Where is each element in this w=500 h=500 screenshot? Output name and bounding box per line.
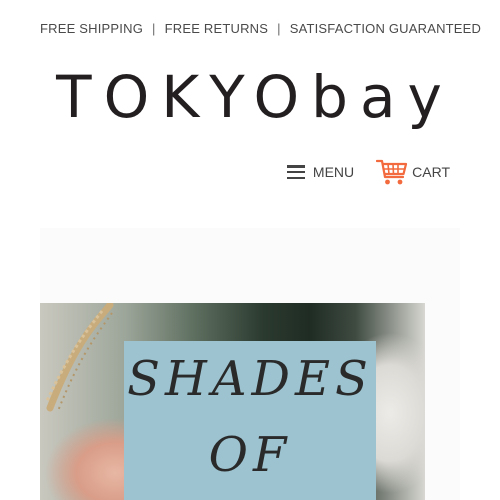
menu-label: MENU [312, 164, 355, 180]
promo-separator: | [152, 20, 156, 36]
menu-button[interactable]: MENU [286, 164, 355, 180]
header-nav: MENU CART [286, 158, 450, 186]
site-logo[interactable]: TOKYObay [0, 62, 500, 132]
hero-title-line: SHADES [127, 351, 373, 407]
cart-button[interactable]: CART [376, 158, 450, 186]
pampas-grass-image [44, 303, 114, 412]
hero-title-line: OF [208, 427, 292, 483]
hamburger-icon [286, 165, 305, 179]
promo-free-shipping: FREE SHIPPING [40, 20, 144, 36]
promo-bar: FREE SHIPPING | FREE RETURNS | SATISFACT… [40, 19, 481, 37]
cart-label: CART [412, 164, 450, 180]
hero-title-card: SHADES OF [124, 341, 376, 500]
promo-separator: | [277, 20, 281, 36]
shopping-cart-icon [376, 159, 408, 185]
promo-free-returns: FREE RETURNS [164, 20, 269, 36]
promo-satisfaction: SATISFACTION GUARANTEED [289, 20, 482, 36]
